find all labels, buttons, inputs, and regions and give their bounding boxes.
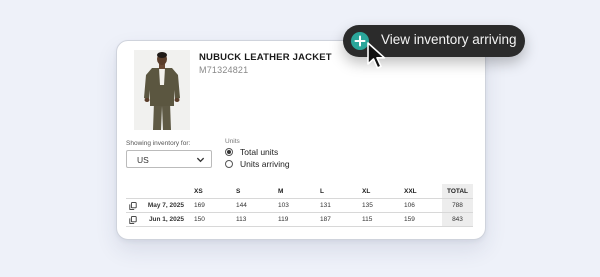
location-select[interactable]: US xyxy=(126,150,212,168)
pointer-cursor-icon xyxy=(367,42,386,69)
column-header: M xyxy=(278,187,284,195)
radio-circle xyxy=(225,160,233,168)
radio-selected-dot xyxy=(227,150,231,154)
product-image xyxy=(134,50,190,130)
cell-value: 159 xyxy=(404,212,442,227)
column-header: L xyxy=(320,187,324,195)
cell-value: 119 xyxy=(278,212,320,227)
location-value: US xyxy=(137,155,149,165)
location-label: Showing inventory for: xyxy=(126,140,191,147)
column-header: S xyxy=(236,187,241,195)
chevron-down-icon xyxy=(196,157,205,163)
cell-value: 187 xyxy=(320,212,362,227)
cell-value: 150 xyxy=(194,212,236,227)
cell-total: 843 xyxy=(442,212,473,227)
column-header: XS xyxy=(194,187,203,195)
column-header: XXL xyxy=(404,187,417,195)
cell-value: 131 xyxy=(320,198,362,213)
radio-circle xyxy=(225,148,233,156)
cell-value: 169 xyxy=(194,198,236,213)
button-label: View inventory arriving xyxy=(381,32,517,47)
cell-value: 115 xyxy=(362,212,404,227)
row-date: May 7, 2025 xyxy=(140,198,194,213)
radio-label: Total units xyxy=(240,147,279,157)
cell-value: 113 xyxy=(236,212,278,227)
units-label: Units xyxy=(225,138,240,145)
inventory-card: NUBUCK LEATHER JACKET M71324821 Showing … xyxy=(116,40,486,240)
table-row: May 7, 2025 169 144 103 131 135 106 788 xyxy=(126,198,473,213)
column-header-total: TOTAL xyxy=(442,184,473,199)
cell-value: 135 xyxy=(362,198,404,213)
radio-label: Units arriving xyxy=(240,159,290,169)
column-header: XL xyxy=(362,187,371,195)
cell-value: 144 xyxy=(236,198,278,213)
radio-units-arriving[interactable]: Units arriving xyxy=(225,159,290,169)
copy-button[interactable] xyxy=(126,212,140,227)
cell-value: 103 xyxy=(278,198,320,213)
radio-total-units[interactable]: Total units xyxy=(225,147,278,157)
table-header-row: XS S M L XL XXL TOTAL xyxy=(126,184,473,199)
table-row: Jun 1, 2025 150 113 119 187 115 159 843 xyxy=(126,212,473,227)
inventory-table: XS S M L XL XXL TOTAL May 7, 2025 169 14… xyxy=(126,184,473,227)
cell-value: 106 xyxy=(404,198,442,213)
row-date: Jun 1, 2025 xyxy=(140,212,194,227)
cell-total: 788 xyxy=(442,198,473,213)
copy-button[interactable] xyxy=(126,198,140,213)
product-sku: M71324821 xyxy=(199,65,249,75)
product-title: NUBUCK LEATHER JACKET xyxy=(199,52,332,63)
copy-icon xyxy=(129,215,137,224)
copy-icon xyxy=(129,201,137,210)
